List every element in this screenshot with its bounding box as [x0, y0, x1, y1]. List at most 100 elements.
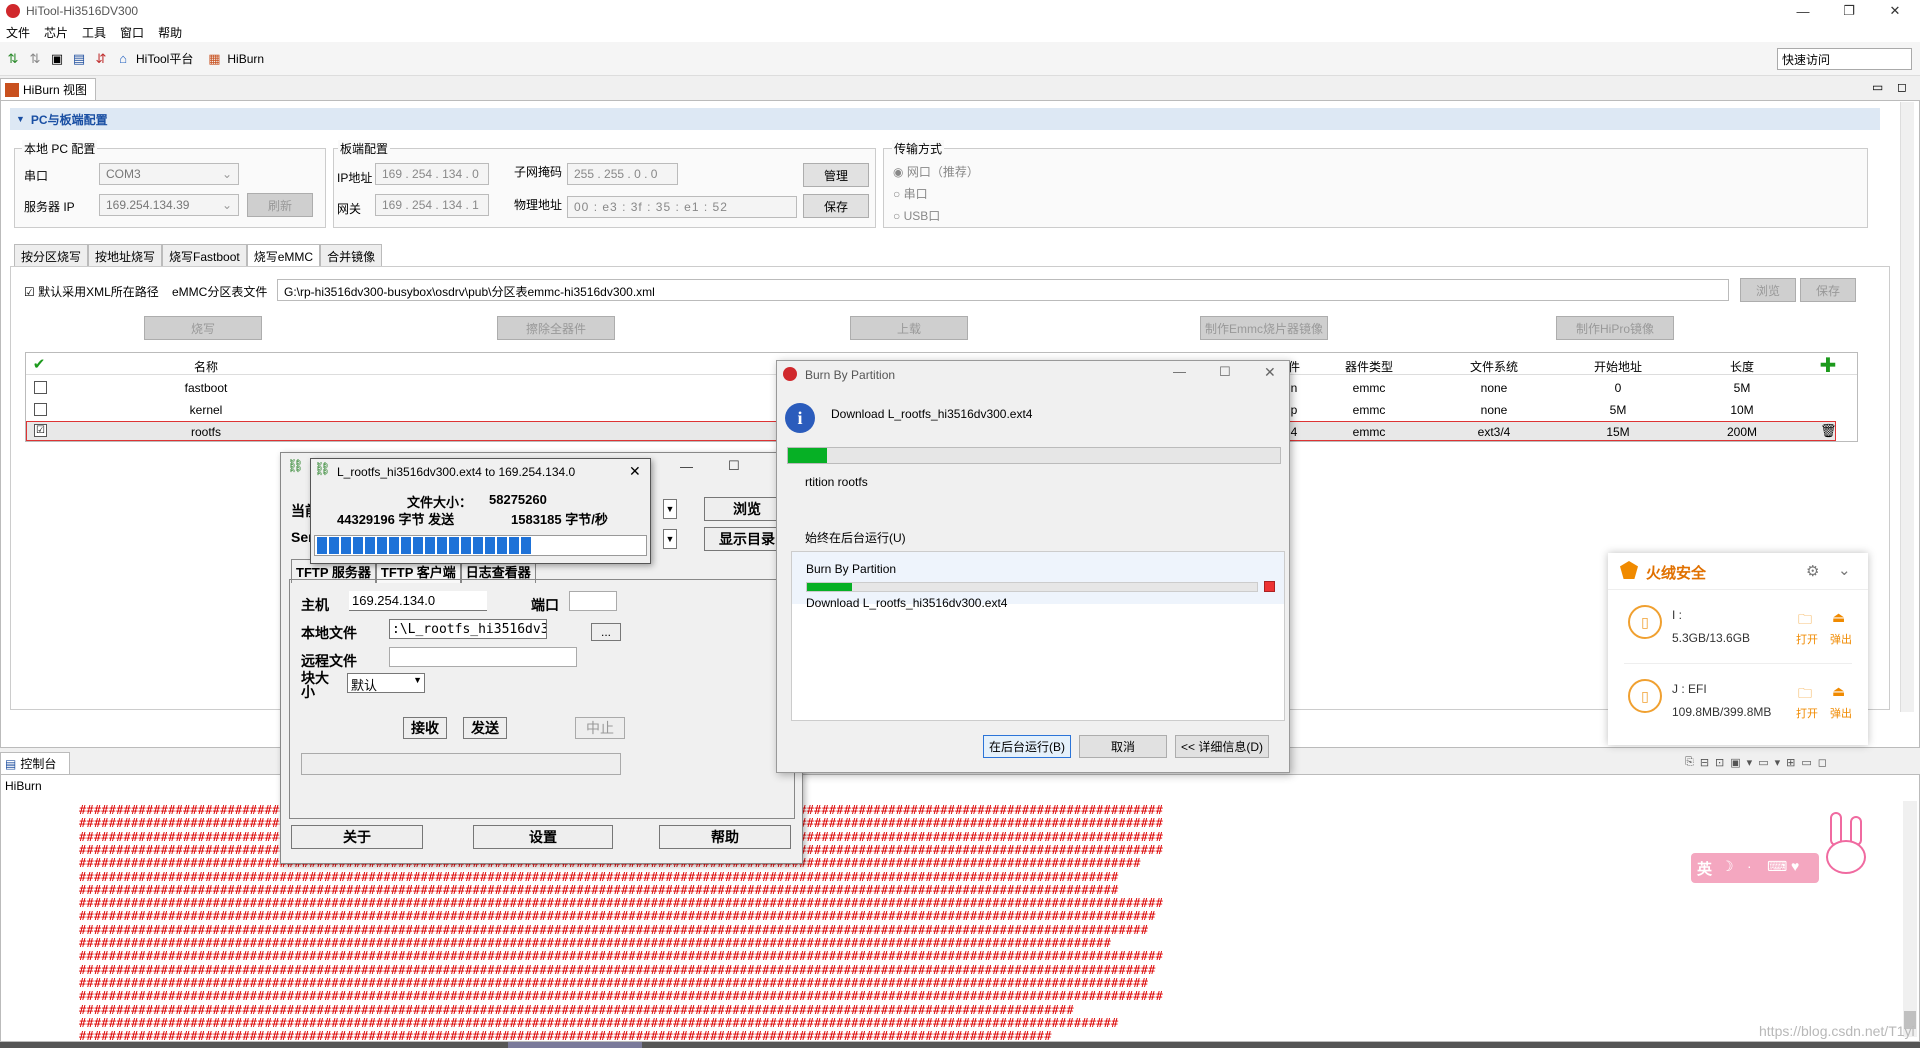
local-file-input[interactable]: :\L_rootfs_hi3516dv300.ext4 [389, 619, 547, 639]
manage-button[interactable]: 管理 [803, 163, 869, 187]
current-dir-dropdown[interactable]: ▼ [663, 499, 677, 519]
minimize-button[interactable]: — [1780, 0, 1826, 22]
burn-maximize-button[interactable]: ☐ [1219, 364, 1231, 380]
ime-toolbar[interactable]: 英 ☽ · ⌨ ♥ [1691, 853, 1819, 883]
receive-button[interactable]: 接收 [403, 717, 447, 739]
eject-drive-button[interactable]: 弹出 [1830, 705, 1852, 721]
port-input[interactable] [569, 591, 617, 611]
eject-drive-button[interactable]: 弹出 [1830, 631, 1852, 647]
collapse-chevron-icon[interactable]: ⌄ [1838, 561, 1851, 579]
transfer-serial-radio[interactable]: ○ 串口 [893, 185, 928, 202]
upload-button[interactable]: 上载 [850, 316, 968, 340]
monitor-icon[interactable]: ▤ [70, 50, 88, 68]
connect-icon[interactable]: ⇅ [4, 50, 22, 68]
eject-icon[interactable]: ⏏ [1832, 609, 1845, 626]
menu-window[interactable]: 窗口 [120, 24, 144, 41]
menu-tools[interactable]: 工具 [82, 24, 106, 41]
emmc-path-input[interactable]: G:\rp-hi3516dv300-busybox\osdrv\pub\分区表e… [277, 279, 1729, 301]
maximize-button[interactable]: ❐ [1826, 0, 1872, 22]
select-all-check-icon[interactable]: ✔ [26, 355, 52, 373]
details-button[interactable]: << 详细信息(D) [1175, 735, 1269, 758]
hiburn-icon[interactable]: ▦ [205, 50, 223, 68]
transfer-network-radio[interactable]: ◉ 网口（推荐） [893, 163, 979, 180]
always-background-checkbox[interactable]: 始终在后台运行(U) [805, 529, 906, 546]
chip-icon[interactable]: ▣ [48, 50, 66, 68]
subnet-mask-field[interactable]: 255 . 255 . 0 . 0 [567, 163, 678, 185]
ime-keyboard-icon[interactable]: ⌨ [1767, 858, 1787, 875]
add-row-icon[interactable]: ✚ [1816, 353, 1840, 378]
console-scrollbar[interactable] [1903, 801, 1917, 1037]
row-checkbox[interactable] [34, 403, 47, 416]
console-pin-icon[interactable]: ⊡ [1715, 756, 1724, 772]
row-checkbox[interactable]: ☑ [34, 424, 47, 437]
about-button[interactable]: 关于 [291, 825, 423, 849]
console-display-icon[interactable]: ▣ [1730, 756, 1740, 772]
refresh-button[interactable]: 刷新 [247, 193, 313, 217]
collapse-icon[interactable]: ▼ [16, 114, 25, 124]
tftp-minimize-button[interactable]: — [680, 459, 693, 474]
server-ip-select[interactable]: 169.254.134.39 ⌄ [99, 194, 239, 216]
delete-row-icon[interactable]: 🗑 [1820, 423, 1837, 439]
console-lock-icon[interactable]: ⊟ [1700, 756, 1709, 772]
tab-merge[interactable]: 合并镜像 [320, 244, 383, 266]
ime-punct-icon[interactable]: · [1747, 858, 1752, 874]
local-file-browse-button[interactable]: ... [591, 623, 621, 641]
erase-all-button[interactable]: 擦除全器件 [497, 316, 615, 340]
ime-skin-icon[interactable]: ♥ [1791, 858, 1799, 874]
burn-button[interactable]: 烧写 [144, 316, 262, 340]
open-folder-icon[interactable]: 🗀 [1798, 683, 1812, 707]
menu-file[interactable]: 文件 [6, 24, 30, 41]
cancel-button[interactable]: 取消 [1079, 735, 1167, 758]
ip-address-field[interactable]: 169 . 254 . 134 . 0 [375, 163, 489, 185]
host-input[interactable]: 169.254.134.0 [349, 591, 487, 611]
transfer-close-button[interactable]: ✕ [629, 463, 641, 480]
view-maximize-icon[interactable]: ◻ [1897, 80, 1907, 94]
hiburn-view-tab[interactable]: HiBurn 视图 [0, 78, 96, 100]
open-drive-button[interactable]: 打开 [1796, 631, 1818, 647]
tab-emmc[interactable]: 烧写eMMC [246, 244, 321, 266]
tftp-maximize-button[interactable]: ☐ [728, 458, 740, 474]
console-new-icon[interactable]: ▭ [1758, 756, 1768, 772]
board-save-button[interactable]: 保存 [803, 194, 869, 218]
tab-partition[interactable]: 按分区烧写 [14, 244, 89, 266]
send-button[interactable]: 发送 [463, 717, 507, 739]
console-max-icon[interactable]: ◻ [1818, 756, 1827, 772]
row-checkbox[interactable] [34, 381, 47, 394]
console-open-icon[interactable]: ⊞ [1786, 756, 1795, 772]
burn-close-button[interactable]: ✕ [1264, 364, 1276, 381]
stop-button[interactable]: 中止 [575, 717, 625, 739]
stop-task-icon[interactable] [1264, 581, 1275, 592]
open-folder-icon[interactable]: 🗀 [1798, 609, 1812, 633]
settings-button[interactable]: 设置 [473, 825, 613, 849]
menu-chip[interactable]: 芯片 [44, 24, 68, 41]
gateway-field[interactable]: 169 . 254 . 134 . 1 [375, 194, 489, 216]
default-xml-checkbox[interactable]: ☑ 默认采用XML所在路径 [24, 283, 159, 300]
browse-button[interactable]: 浏览 [1740, 278, 1796, 302]
quick-access-input[interactable]: 快速访问 [1777, 48, 1912, 70]
tab-address[interactable]: 按地址烧写 [88, 244, 163, 266]
remote-file-input[interactable] [389, 647, 577, 667]
make-hipro-image-button[interactable]: 制作HiPro镜像 [1556, 316, 1674, 340]
disconnect-icon[interactable]: ⇅ [26, 50, 44, 68]
block-size-select[interactable]: 默认 ▼ [347, 673, 425, 693]
help-button[interactable]: 帮助 [659, 825, 791, 849]
console-dropdown-icon[interactable]: ▾ [1775, 756, 1781, 772]
tab-fastboot[interactable]: 烧写Fastboot [162, 244, 247, 266]
hiburn-button[interactable]: HiBurn [227, 52, 264, 66]
transfer-usb-radio[interactable]: ○ USB口 [893, 207, 940, 224]
console-menu-icon[interactable]: ▾ [1747, 756, 1753, 772]
console-tab[interactable]: ▤ 控制台 [0, 752, 70, 774]
run-background-button[interactable]: 在后台运行(B) [983, 735, 1071, 758]
close-button[interactable]: ✕ [1872, 0, 1918, 22]
view-minimize-icon[interactable]: ▭ [1872, 80, 1883, 94]
hitool-platform-button[interactable]: HiTool平台 [136, 50, 193, 67]
ime-language[interactable]: 英 [1697, 858, 1712, 879]
ime-moon-icon[interactable]: ☽ [1721, 858, 1734, 875]
mac-address-field[interactable]: 00 : e3 : 3f : 35 : e1 : 52 [567, 196, 797, 218]
burn-minimize-button[interactable]: — [1173, 364, 1186, 379]
console-min-icon[interactable]: ▭ [1801, 756, 1811, 772]
console-clear-icon[interactable]: ⎘ [1685, 756, 1694, 772]
eject-icon[interactable]: ⏏ [1832, 683, 1845, 700]
home-icon[interactable]: ⌂ [114, 50, 132, 68]
view-scrollbar[interactable] [1900, 102, 1914, 712]
